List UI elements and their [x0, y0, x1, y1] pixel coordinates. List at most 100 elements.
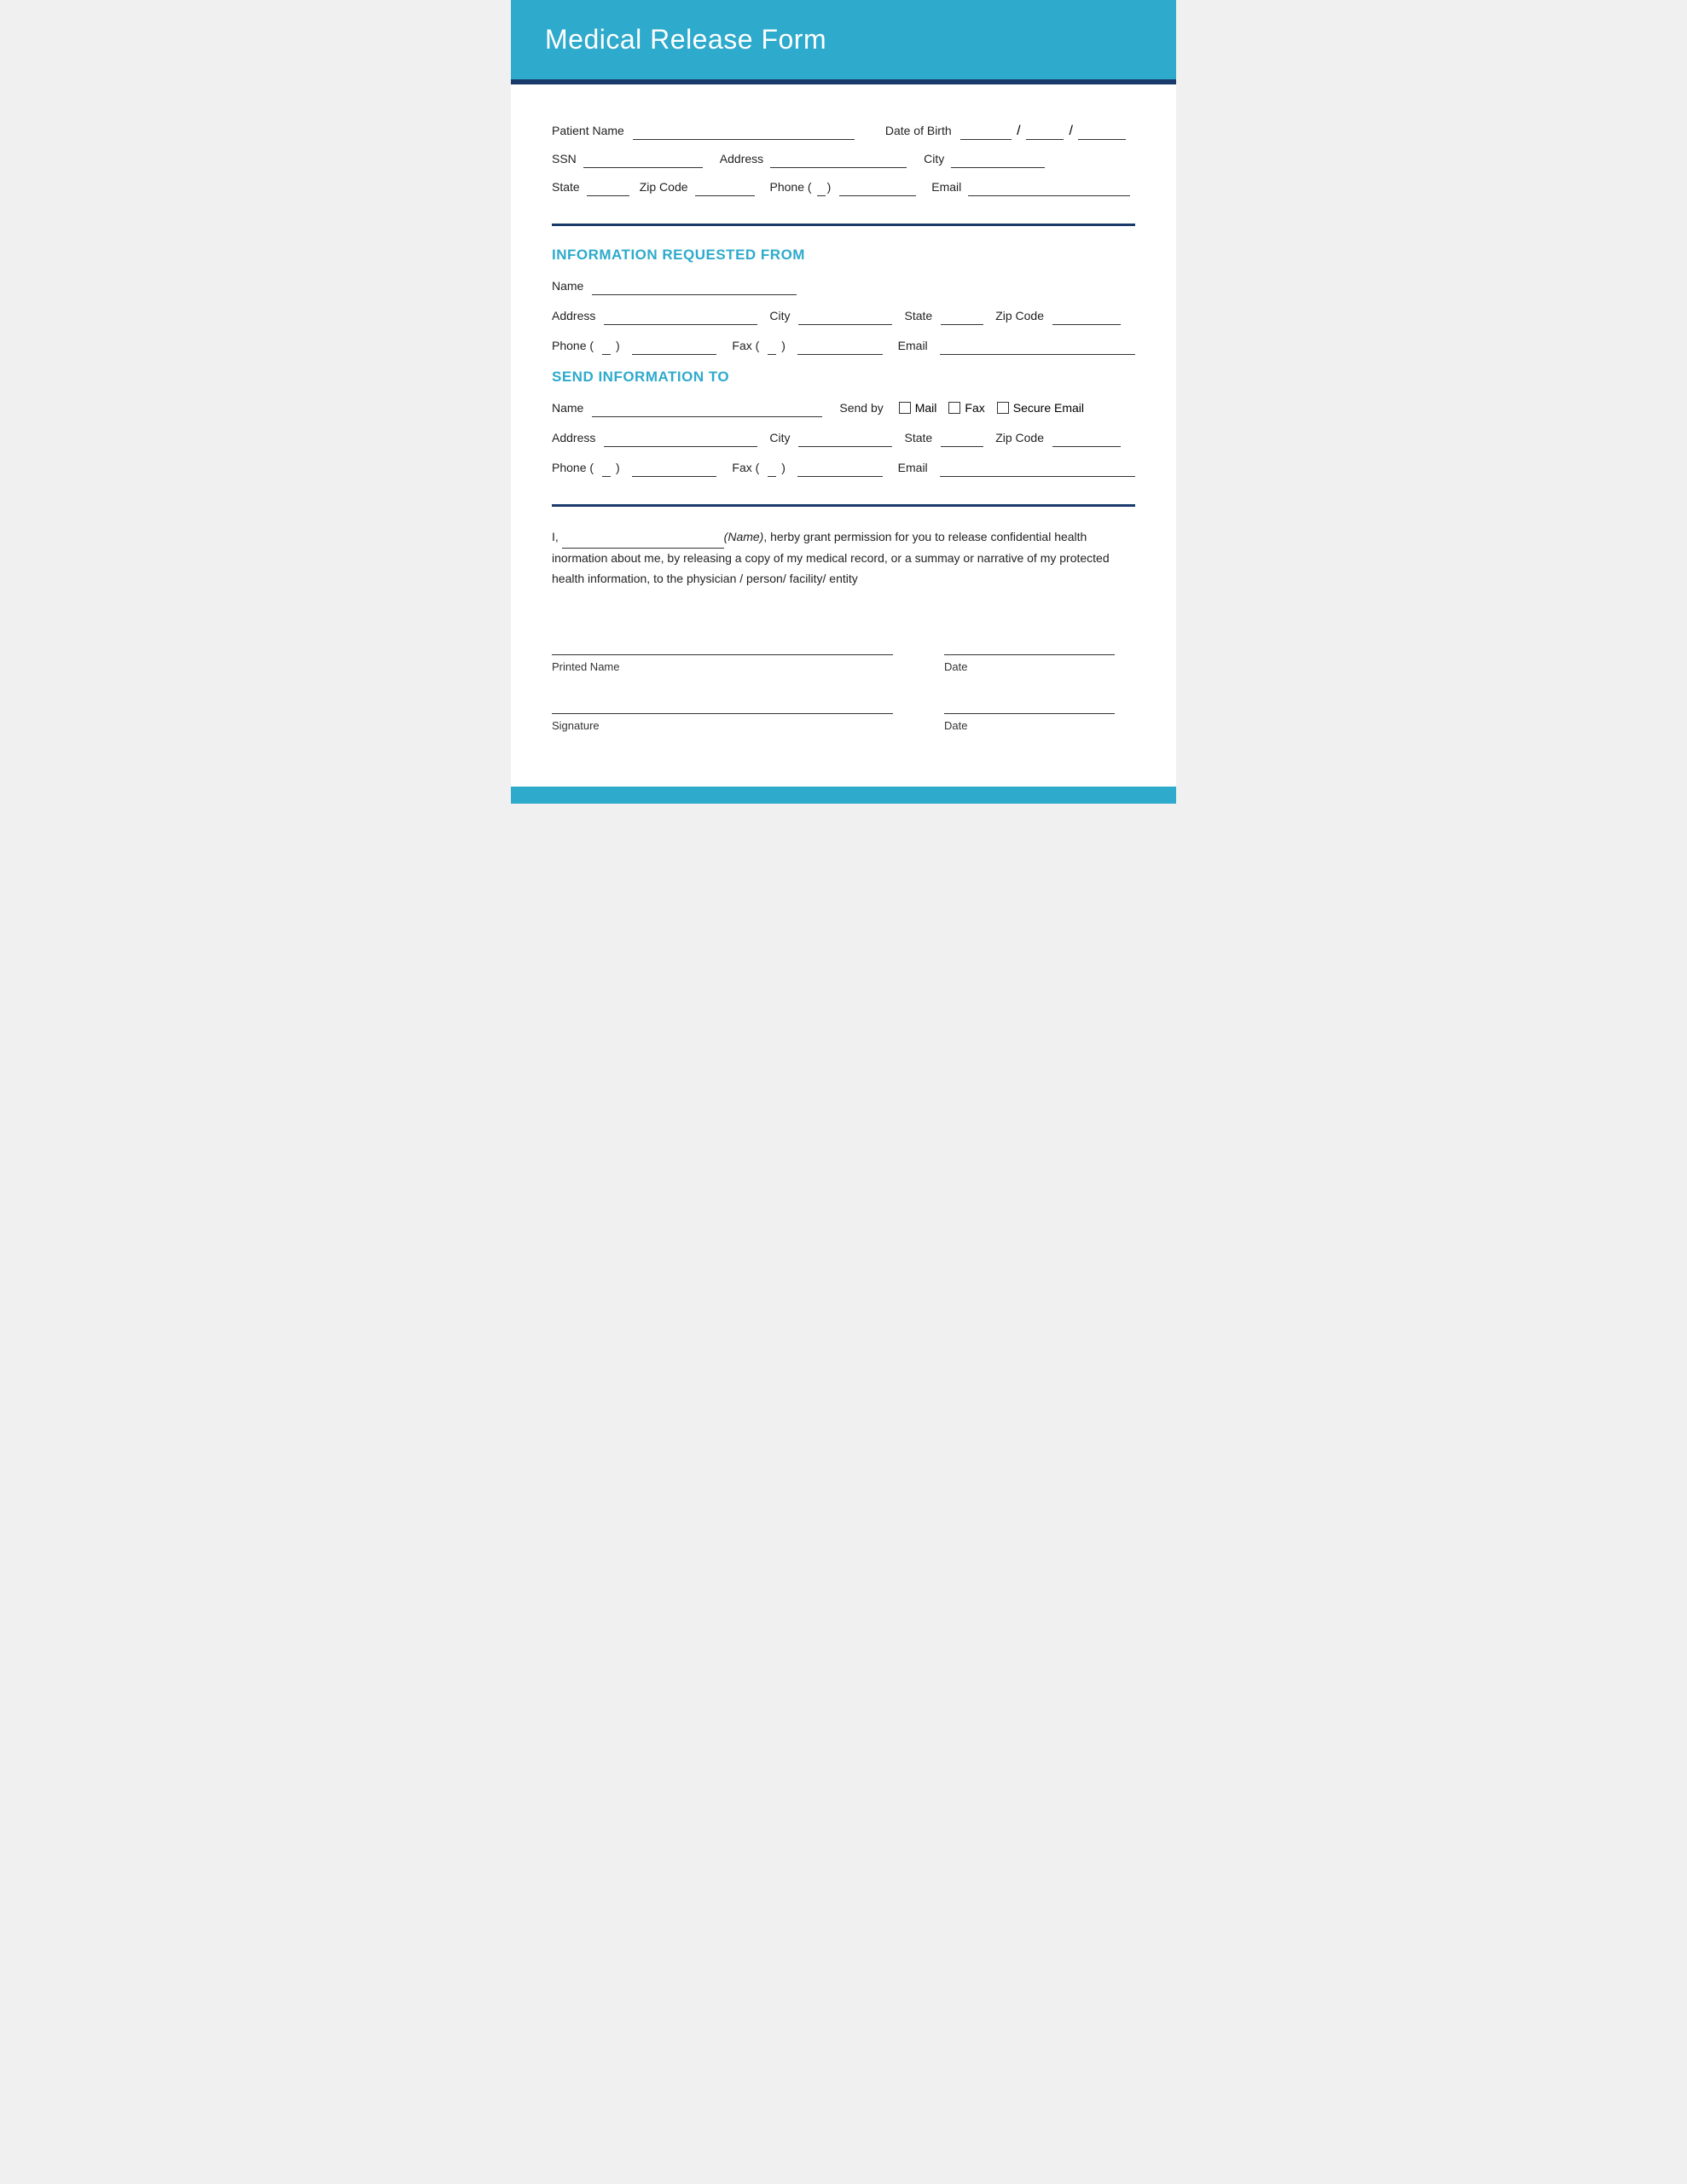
info-req-name-row: Name [552, 279, 1135, 295]
info-requested-title: INFORMATION REQUESTED FROM [552, 247, 1135, 264]
date2-line[interactable] [944, 699, 1115, 714]
address-group: Address [720, 152, 907, 168]
send-to-title: SEND INFORMATION TO [552, 369, 1135, 386]
zip-input[interactable] [695, 180, 755, 196]
date1-label: Date [944, 660, 1115, 673]
address-label: Address [720, 152, 763, 166]
send-to-name-input[interactable] [592, 401, 822, 417]
send-to-state-input[interactable] [941, 431, 983, 447]
date1-line[interactable] [944, 640, 1115, 655]
fax-checkbox-item: Fax [948, 401, 984, 415]
date2-label: Date [944, 719, 1115, 732]
patient-row-1: Patient Name Date of Birth / / [552, 124, 1135, 140]
send-to-fax2-input[interactable] [797, 461, 883, 477]
phone-close-paren: ) [827, 180, 832, 194]
send-to-phone-close: ) [616, 461, 620, 474]
send-to-email-label: Email [898, 461, 928, 474]
patient-name-input[interactable] [633, 124, 855, 140]
info-req-address-input[interactable] [604, 309, 757, 325]
send-by-group: Send by Mail Fax Secure Email [839, 401, 1084, 415]
email-label: Email [931, 180, 961, 194]
dob-label: Date of Birth [885, 124, 952, 137]
consent-section: I, (Name), herby grant permission for yo… [552, 507, 1135, 597]
send-to-name-label: Name [552, 401, 583, 415]
info-req-phone-input[interactable] [632, 339, 717, 355]
info-req-zip-input[interactable] [1052, 309, 1121, 325]
phone-group: Phone ( ) [770, 180, 917, 196]
info-req-email-input[interactable] [940, 339, 1135, 355]
info-req-fax-label: Fax ( [732, 339, 759, 352]
info-req-state-input[interactable] [941, 309, 983, 325]
printed-name-line[interactable] [552, 640, 893, 655]
info-req-city-input[interactable] [798, 309, 892, 325]
header-section: Medical Release Form [511, 0, 1176, 79]
phone-input[interactable] [839, 180, 916, 196]
signatures-section: Printed Name Date Signature Date [552, 597, 1135, 761]
fax-checkbox[interactable] [948, 402, 960, 414]
info-req-city-label: City [769, 309, 790, 322]
send-to-zip-input[interactable] [1052, 431, 1121, 447]
city-label: City [924, 152, 944, 166]
consent-name-italic: (Name) [724, 530, 764, 543]
info-req-address-label: Address [552, 309, 595, 322]
info-req-phone-row: Phone ( ) Fax ( ) Email [552, 339, 1135, 355]
form-body: Patient Name Date of Birth / / SSN [511, 84, 1176, 761]
send-to-zip-label: Zip Code [995, 431, 1044, 444]
signature-line[interactable] [552, 699, 893, 714]
info-requested-section: INFORMATION REQUESTED FROM Name Address … [552, 226, 1135, 497]
fax-label: Fax [965, 401, 984, 415]
date1-field: Date [944, 640, 1115, 673]
signature-field: Signature [552, 699, 893, 732]
send-to-city-label: City [769, 431, 790, 444]
zip-label: Zip Code [640, 180, 688, 194]
phone-label: Phone ( [770, 180, 812, 194]
state-group: State [552, 180, 629, 196]
info-req-phone-label: Phone ( [552, 339, 594, 352]
ssn-label: SSN [552, 152, 577, 166]
state-input[interactable] [587, 180, 629, 196]
mail-checkbox-item: Mail [899, 401, 937, 415]
city-group: City [924, 152, 1045, 168]
ssn-input[interactable] [583, 152, 703, 168]
consent-text-before: I, [552, 530, 562, 543]
info-req-email-label: Email [898, 339, 928, 352]
patient-row-2: SSN Address City [552, 152, 1135, 168]
info-req-fax-input[interactable] [797, 339, 883, 355]
state-label: State [552, 180, 580, 194]
ssn-group: SSN [552, 152, 703, 168]
mail-checkbox[interactable] [899, 402, 911, 414]
send-to-address-input[interactable] [604, 431, 757, 447]
send-to-phone-input[interactable] [632, 461, 717, 477]
send-to-phone-row: Phone ( ) Fax ( ) Email [552, 461, 1135, 477]
dob-day-input[interactable] [1026, 124, 1064, 140]
printed-name-field: Printed Name [552, 640, 893, 673]
send-to-city-input[interactable] [798, 431, 892, 447]
dob-slash-1: / [1017, 124, 1020, 138]
address-input[interactable] [770, 152, 907, 168]
consent-name-blank[interactable] [562, 527, 724, 549]
city-input[interactable] [951, 152, 1045, 168]
info-req-name-input[interactable] [592, 279, 797, 295]
send-to-address-row: Address City State Zip Code [552, 431, 1135, 447]
send-to-email-input[interactable] [940, 461, 1135, 477]
info-req-name-label: Name [552, 279, 583, 293]
info-req-fax-close: ) [781, 339, 786, 352]
consent-text: I, (Name), herby grant permission for yo… [552, 527, 1135, 589]
patient-info-section: Patient Name Date of Birth / / SSN [552, 108, 1135, 217]
dob-month-input[interactable] [960, 124, 1012, 140]
form-title: Medical Release Form [545, 24, 1142, 55]
send-to-fax2-close: ) [781, 461, 786, 474]
patient-name-label: Patient Name [552, 124, 624, 137]
info-req-phone-close: ) [616, 339, 620, 352]
zip-group: Zip Code [640, 180, 755, 196]
send-to-name-row: Name Send by Mail Fax Secure Email [552, 401, 1135, 417]
email-input[interactable] [968, 180, 1130, 196]
send-by-label: Send by [839, 401, 883, 415]
dob-year-input[interactable] [1078, 124, 1126, 140]
send-to-fax2-label: Fax ( [732, 461, 759, 474]
secure-email-label: Secure Email [1013, 401, 1084, 415]
secure-email-checkbox-item: Secure Email [997, 401, 1084, 415]
mail-label: Mail [915, 401, 937, 415]
send-to-address-label: Address [552, 431, 595, 444]
secure-email-checkbox[interactable] [997, 402, 1009, 414]
